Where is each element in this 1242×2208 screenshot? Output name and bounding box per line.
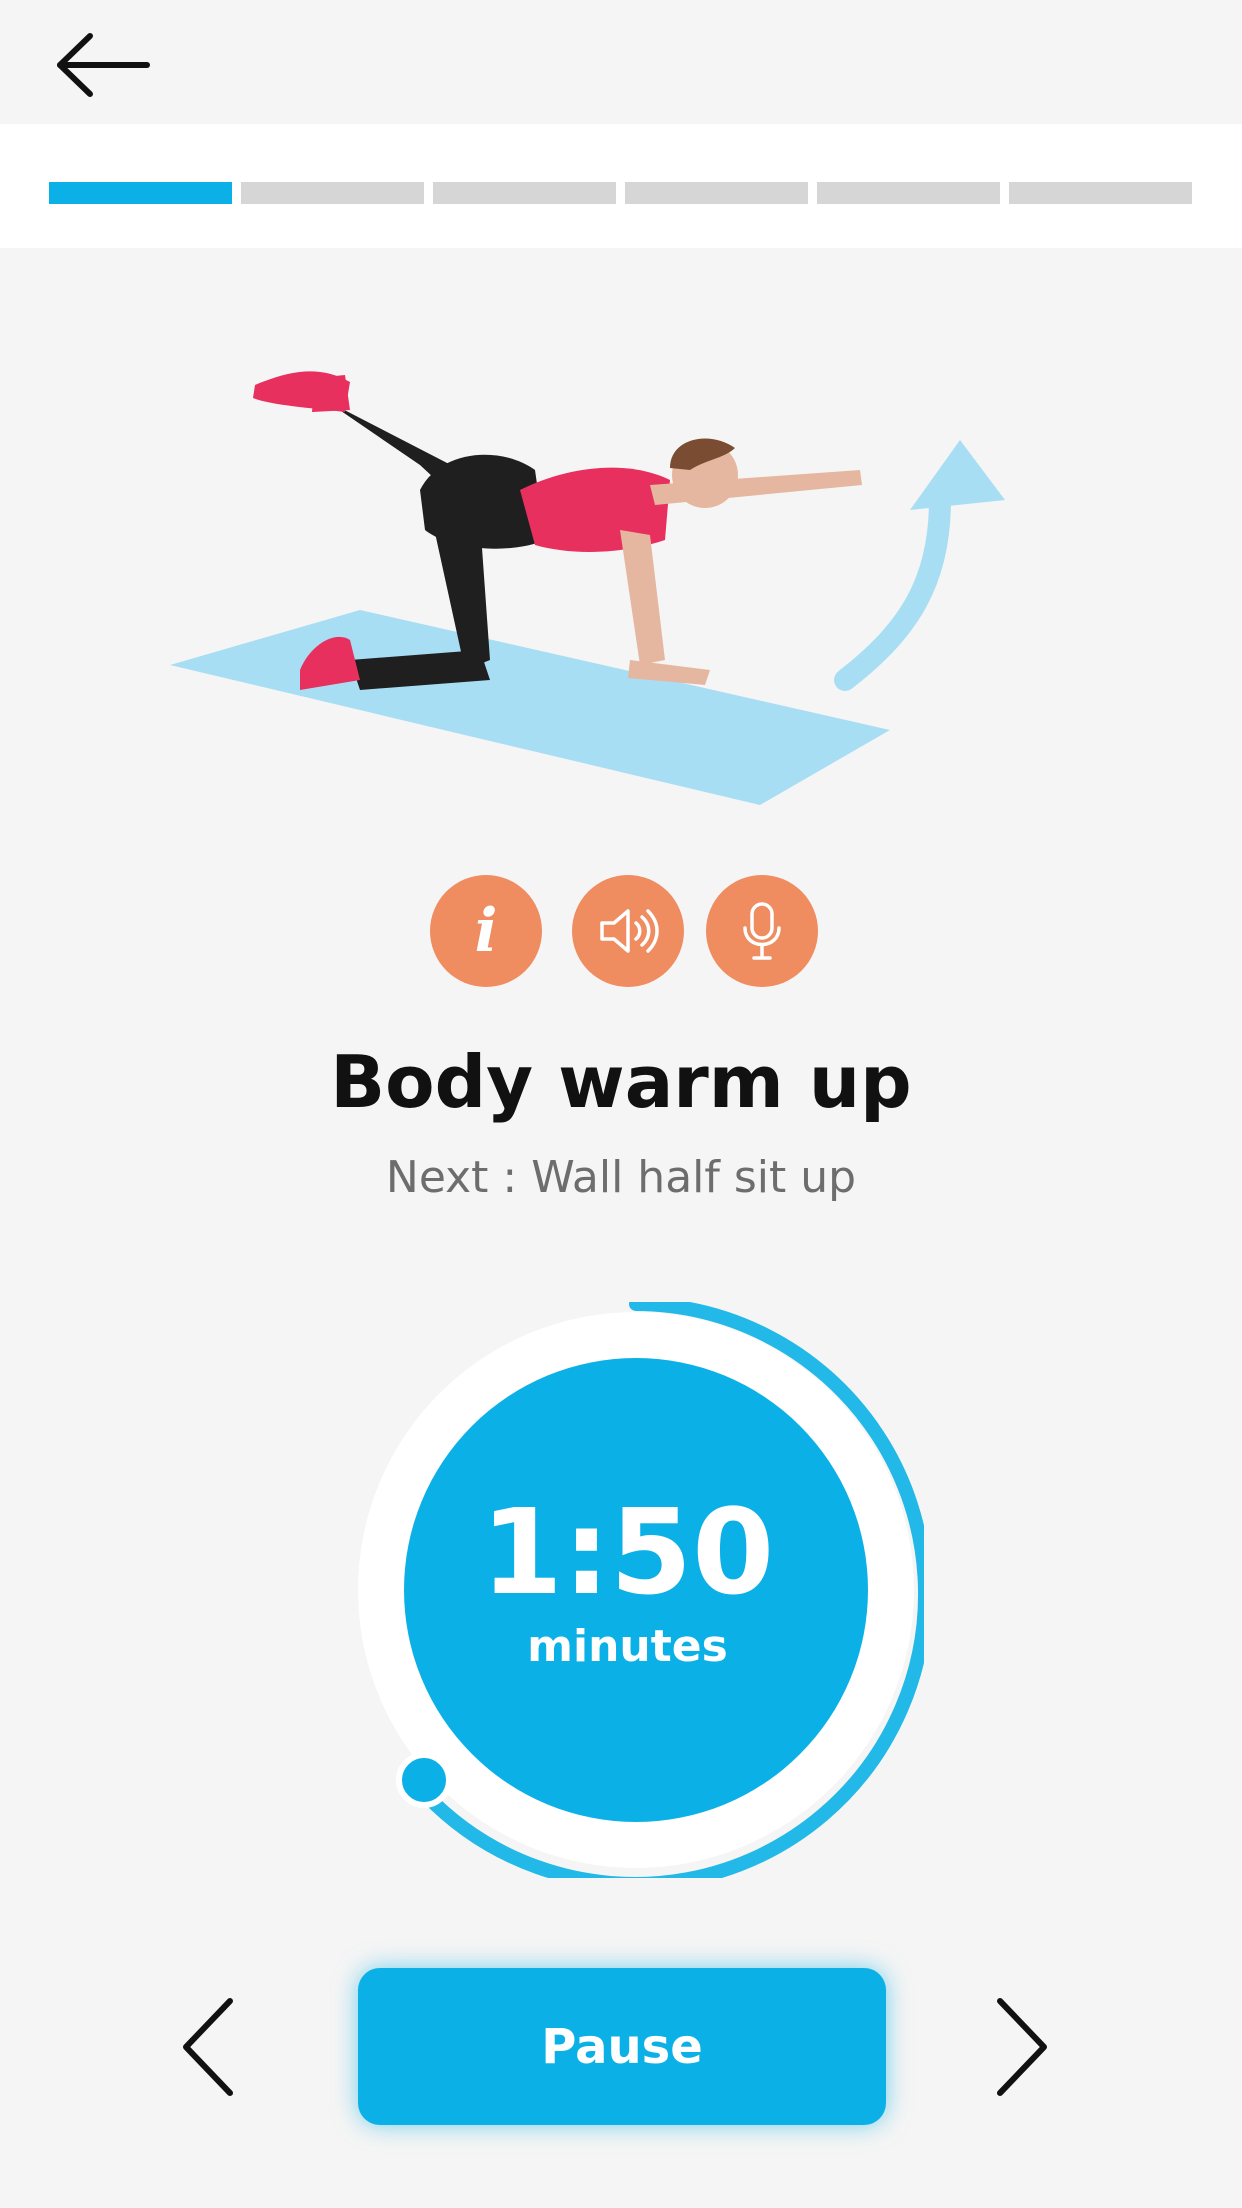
chevron-left-icon	[183, 1998, 233, 2096]
next-exercise-label: Next : Wall half sit up	[385, 1152, 857, 1203]
progress-segment	[817, 182, 1000, 204]
microphone-icon	[743, 902, 781, 960]
progress-segment	[1009, 182, 1192, 204]
timer-readout: 1:50 minutes	[395, 1350, 860, 1815]
exercise-title: Body warm up	[330, 1040, 912, 1124]
progress-segment	[433, 182, 616, 204]
progress-segment	[49, 182, 232, 204]
progress-segment	[241, 182, 424, 204]
timer-value: 1:50	[480, 1483, 775, 1621]
action-buttons-row: i	[0, 875, 1242, 987]
arrow-left-icon	[57, 33, 150, 97]
speaker-icon	[600, 909, 659, 953]
info-button[interactable]: i	[430, 875, 542, 987]
exercise-illustration	[170, 371, 1005, 805]
back-button[interactable]	[52, 30, 152, 100]
exercise-progress-segments	[49, 182, 1192, 204]
pause-button[interactable]: Pause	[358, 1968, 886, 2125]
chevron-right-icon	[997, 1998, 1047, 2096]
next-exercise-button[interactable]	[992, 1995, 1052, 2100]
previous-exercise-button[interactable]	[178, 1995, 238, 2100]
voice-button[interactable]	[706, 875, 818, 987]
info-icon: i	[474, 896, 498, 966]
progress-segment	[625, 182, 808, 204]
sound-button[interactable]	[572, 875, 684, 987]
top-bar	[0, 0, 1242, 124]
timer-unit: minutes	[527, 1621, 728, 1672]
